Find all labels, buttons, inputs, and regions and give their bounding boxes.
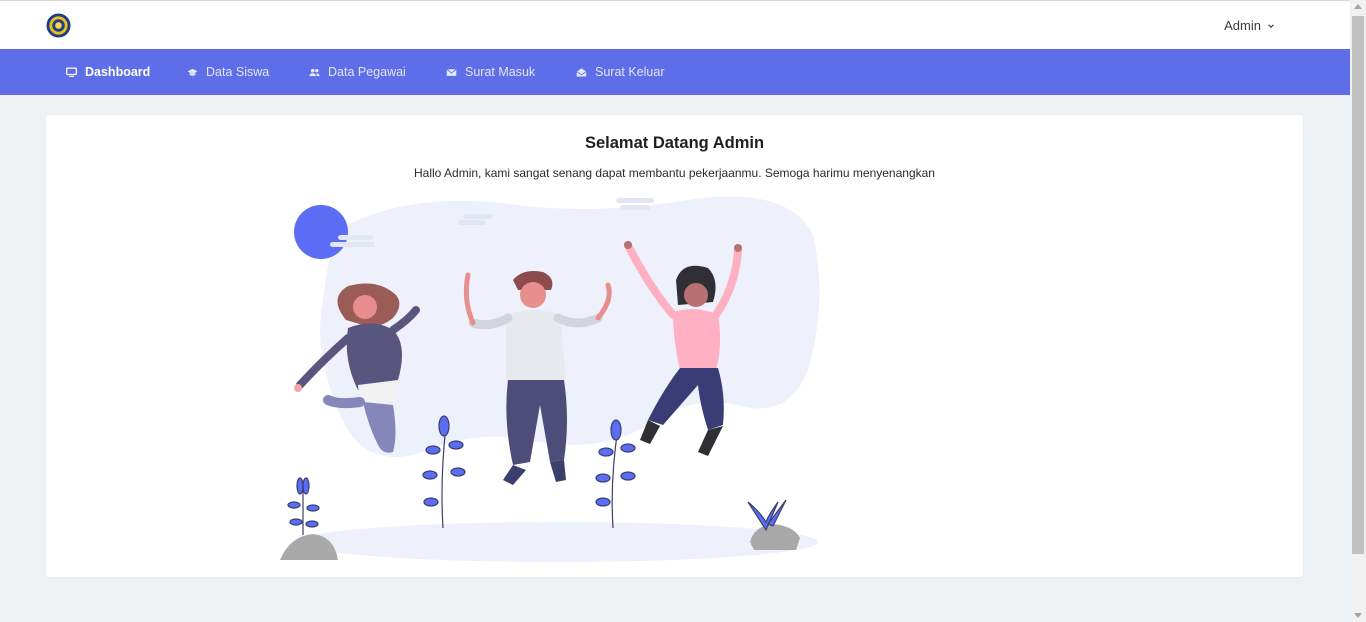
monitor-icon [66,66,77,77]
school-emblem-icon[interactable] [46,13,71,38]
scroll-down-arrow-icon[interactable] [1354,613,1362,618]
user-menu-label[interactable]: Admin [1224,18,1261,33]
welcome-title: Selamat Datang Admin [584,134,765,152]
welcome-subtitle: Hallo Admin, kami sangat senang dapat me… [414,166,935,180]
nav-item-label: Data Siswa [206,65,270,79]
vertical-scrollbar[interactable] [1350,0,1366,622]
nav-item-label: Data Pegawai [328,65,406,79]
graduation-cap-icon [187,68,198,76]
nav-item-label: Surat Masuk [465,65,536,79]
scroll-up-arrow-icon[interactable] [1354,4,1362,9]
nav-item-surat-masuk[interactable]: Surat Masuk [446,49,535,95]
envelope-icon [446,68,457,76]
users-icon [309,68,320,76]
main-navbar: Dashboard Data Siswa Data Pegawai Surat … [0,49,1350,95]
envelope-open-icon [576,67,587,77]
nav-item-data-siswa[interactable]: Data Siswa [187,49,269,95]
nav-item-surat-keluar[interactable]: Surat Keluar [576,49,664,95]
top-header: Admin [0,0,1350,49]
chevron-down-icon [1268,23,1274,28]
scrollbar-thumb[interactable] [1352,16,1364,554]
nav-item-data-pegawai[interactable]: Data Pegawai [309,49,406,95]
nav-item-dashboard[interactable]: Dashboard [66,49,150,95]
nav-item-label: Dashboard [85,65,151,79]
welcome-card: Selamat Datang Admin Hallo Admin, kami s… [46,115,1303,577]
user-menu-dropdown[interactable]: Admin [1224,18,1275,33]
nav-item-label: Surat Keluar [595,65,665,79]
jumping-people-illustration [280,196,820,562]
